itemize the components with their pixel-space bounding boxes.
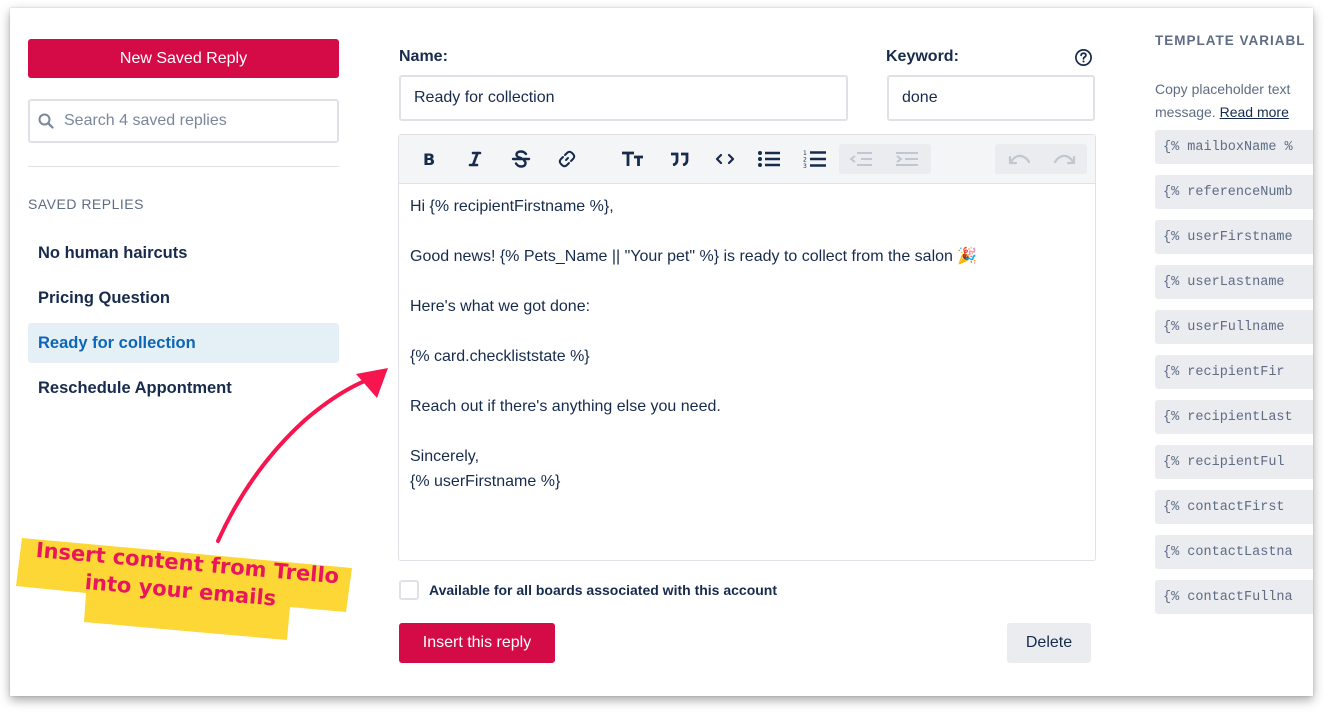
text-size-icon[interactable] xyxy=(617,145,649,173)
all-boards-label: Available for all boards associated with… xyxy=(429,582,778,598)
search-input[interactable] xyxy=(62,111,336,131)
saved-replies-list: No human haircuts Pricing Question Ready… xyxy=(28,233,339,413)
reply-item-reschedule-appointment[interactable]: Reschedule Appontment xyxy=(28,368,339,408)
saved-replies-heading: SAVED REPLIES xyxy=(28,196,144,212)
body-signature-variable: {% userFirstname %} xyxy=(410,473,561,490)
name-input[interactable] xyxy=(399,75,848,121)
template-variable-item[interactable]: {% contactFirst xyxy=(1155,490,1313,524)
strikethrough-icon[interactable] xyxy=(505,145,537,173)
template-variable-item[interactable]: {% userLastname xyxy=(1155,265,1313,299)
editor-content[interactable]: Hi {% recipientFirstname %}, Good news! … xyxy=(399,184,1095,504)
bullet-list-icon[interactable] xyxy=(753,145,785,173)
template-variables-description: Copy placeholder text message. Read more xyxy=(1155,81,1291,120)
editor-toolbar: B 123 xyxy=(399,135,1095,184)
search-icon xyxy=(38,113,54,129)
quote-icon[interactable] xyxy=(663,145,695,173)
reply-editor[interactable]: B 123 Hi {% recipientFirstname %}, Good … xyxy=(398,134,1096,561)
italic-icon[interactable] xyxy=(459,145,491,173)
template-variable-item[interactable]: {% contactLastna xyxy=(1155,535,1313,569)
body-paragraph-reach-out: Reach out if there's anything else you n… xyxy=(410,398,721,415)
body-signoff: Sincerely, xyxy=(410,448,480,465)
outdent-icon[interactable] xyxy=(845,145,877,173)
body-paragraph-news: Good news! {% Pets_Name || "Your pet" %}… xyxy=(410,248,978,265)
template-variable-item[interactable]: {% userFirstname xyxy=(1155,220,1313,254)
read-more-link[interactable]: Read more xyxy=(1220,104,1289,120)
annotation-callout: Insert content from Trello into your ema… xyxy=(20,535,350,635)
all-boards-checkbox[interactable] xyxy=(399,580,419,600)
body-checklist-variable: {% card.checkliststate %} xyxy=(410,348,590,365)
redo-icon[interactable] xyxy=(1049,145,1081,173)
party-popper-icon: 🎉 xyxy=(957,248,978,265)
link-icon[interactable] xyxy=(551,145,583,173)
code-icon[interactable] xyxy=(709,145,741,173)
template-variable-item[interactable]: {% referenceNumb xyxy=(1155,175,1313,209)
template-variable-item[interactable]: {% recipientLast xyxy=(1155,400,1313,434)
template-variable-item[interactable]: {% contactFullna xyxy=(1155,580,1313,614)
undo-icon[interactable] xyxy=(1003,145,1035,173)
all-boards-option: Available for all boards associated with… xyxy=(399,580,777,600)
delete-button[interactable]: Delete xyxy=(1007,623,1091,663)
sidebar-divider xyxy=(28,166,339,167)
question-circle-icon[interactable] xyxy=(1074,48,1093,67)
keyword-label: Keyword: xyxy=(886,48,959,65)
reply-item-pricing-question[interactable]: Pricing Question xyxy=(28,278,339,318)
reply-item-no-human-haircuts[interactable]: No human haircuts xyxy=(28,233,339,273)
svg-text:3: 3 xyxy=(803,163,807,169)
template-variables-heading: TEMPLATE VARIABL xyxy=(1155,33,1306,48)
template-variables-list: {% mailboxName % {% referenceNumb {% use… xyxy=(1155,130,1313,625)
template-variable-item[interactable]: {% mailboxName % xyxy=(1155,130,1313,164)
reply-item-ready-for-collection[interactable]: Ready for collection xyxy=(28,323,339,363)
body-paragraph-done: Here's what we got done: xyxy=(410,298,591,315)
template-variable-item[interactable]: {% recipientFul xyxy=(1155,445,1313,479)
numbered-list-icon[interactable]: 123 xyxy=(799,145,831,173)
name-label: Name: xyxy=(399,48,448,65)
insert-reply-button[interactable]: Insert this reply xyxy=(399,623,555,663)
template-variable-item[interactable]: {% recipientFir xyxy=(1155,355,1313,389)
search-box[interactable] xyxy=(28,99,339,143)
template-variable-item[interactable]: {% userFullname xyxy=(1155,310,1313,344)
svg-text:B: B xyxy=(423,151,435,167)
bold-icon[interactable]: B xyxy=(413,145,445,173)
body-greeting: Hi {% recipientFirstname %}, xyxy=(410,198,614,215)
indent-icon[interactable] xyxy=(891,145,923,173)
keyword-input[interactable] xyxy=(887,75,1095,121)
new-saved-reply-button[interactable]: New Saved Reply xyxy=(28,39,339,78)
